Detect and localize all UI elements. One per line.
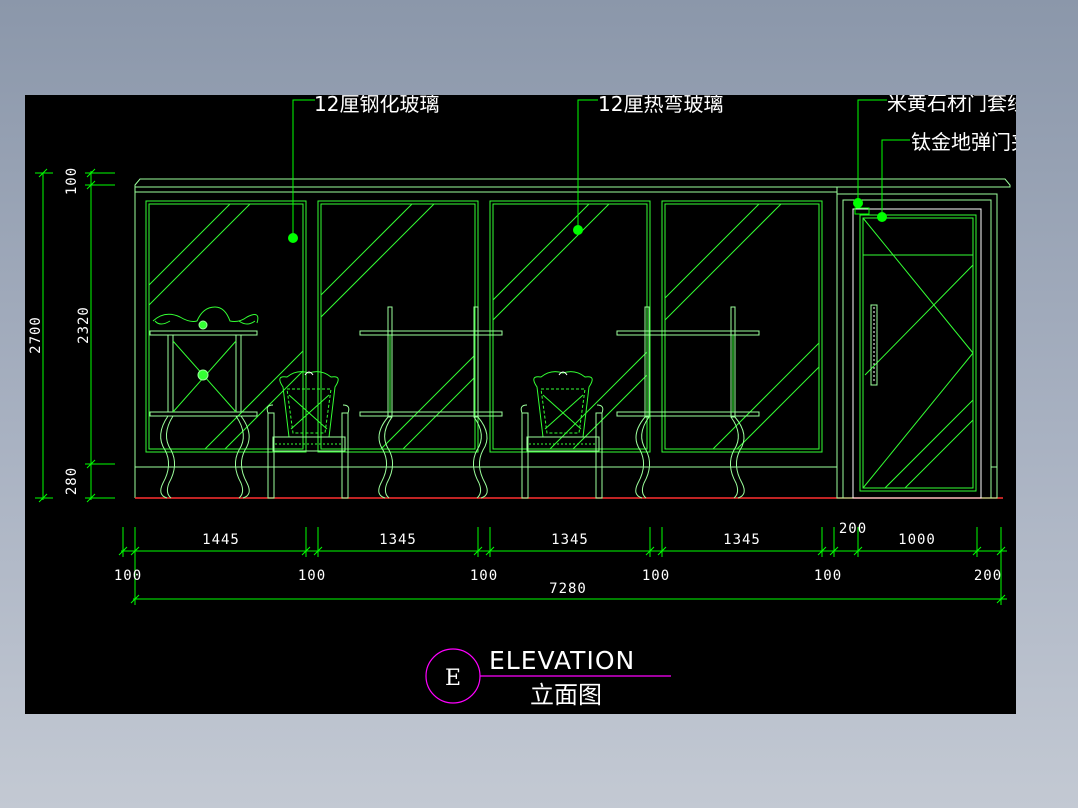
- dim-span-5: 200: [839, 521, 867, 537]
- shelf-table-1: [359, 306, 503, 499]
- glass-panel-4: [661, 200, 823, 453]
- dim-span-door: 1000: [898, 532, 936, 548]
- label-door-frame: 米黄石材门套线: [887, 95, 1016, 115]
- wall-outline: [134, 178, 1011, 498]
- label-glass-bent: 12厘热弯玻璃: [598, 95, 723, 116]
- vertical-dimension-lines: [35, 168, 115, 503]
- dim-middle-height: 2320: [76, 306, 92, 344]
- shelf-table-2: [616, 306, 760, 499]
- title-letter: E: [445, 666, 461, 691]
- dim-top-band: 100: [64, 167, 80, 195]
- glass-panel-1: [145, 200, 307, 453]
- dim-span-4: 1345: [723, 532, 761, 548]
- console-table-1: [149, 306, 259, 499]
- dim-total-width: 7280: [549, 581, 587, 597]
- dim-span-2: 1345: [379, 532, 417, 548]
- callout-dot-door-frame: [853, 198, 863, 208]
- dim-gap-4: 100: [642, 568, 670, 584]
- dim-span-3: 1345: [551, 532, 589, 548]
- dim-gap-2: 100: [298, 568, 326, 584]
- cad-drawing-canvas: 12厘钢化玻璃 12厘热弯玻璃 米黄石材门套线 钛金地弹门夹 2700 100 …: [25, 95, 1016, 714]
- callout-dot-glass-tempered: [288, 233, 298, 243]
- door-handle: [870, 304, 878, 386]
- dim-gap-6: 200: [974, 568, 1002, 584]
- chair-1: [266, 371, 350, 499]
- callout-dot-door-clip: [877, 212, 887, 222]
- label-door-clip: 钛金地弹门夹: [911, 130, 1016, 154]
- chair-2: [520, 371, 604, 499]
- dim-gap-1: 100: [114, 568, 142, 584]
- dim-span-1: 1445: [202, 532, 240, 548]
- title-english: ELEVATION: [489, 646, 635, 675]
- dim-base-height: 280: [64, 467, 80, 495]
- elevation-drawing: 12厘钢化玻璃 12厘热弯玻璃 米黄石材门套线 钛金地弹门夹 2700 100 …: [28, 95, 1016, 709]
- leader-lines: [292, 99, 910, 238]
- glass-panels: [145, 200, 823, 453]
- label-glass-tempered: 12厘钢化玻璃: [314, 95, 439, 116]
- callout-dot-glass-bent: [573, 225, 583, 235]
- glass-panel-3: [489, 200, 651, 453]
- dim-total-height: 2700: [28, 316, 44, 354]
- title-chinese: 立面图: [530, 681, 602, 709]
- dim-gap-3: 100: [470, 568, 498, 584]
- title-block: E ELEVATION 立面图: [425, 646, 671, 709]
- dim-gap-5: 100: [814, 568, 842, 584]
